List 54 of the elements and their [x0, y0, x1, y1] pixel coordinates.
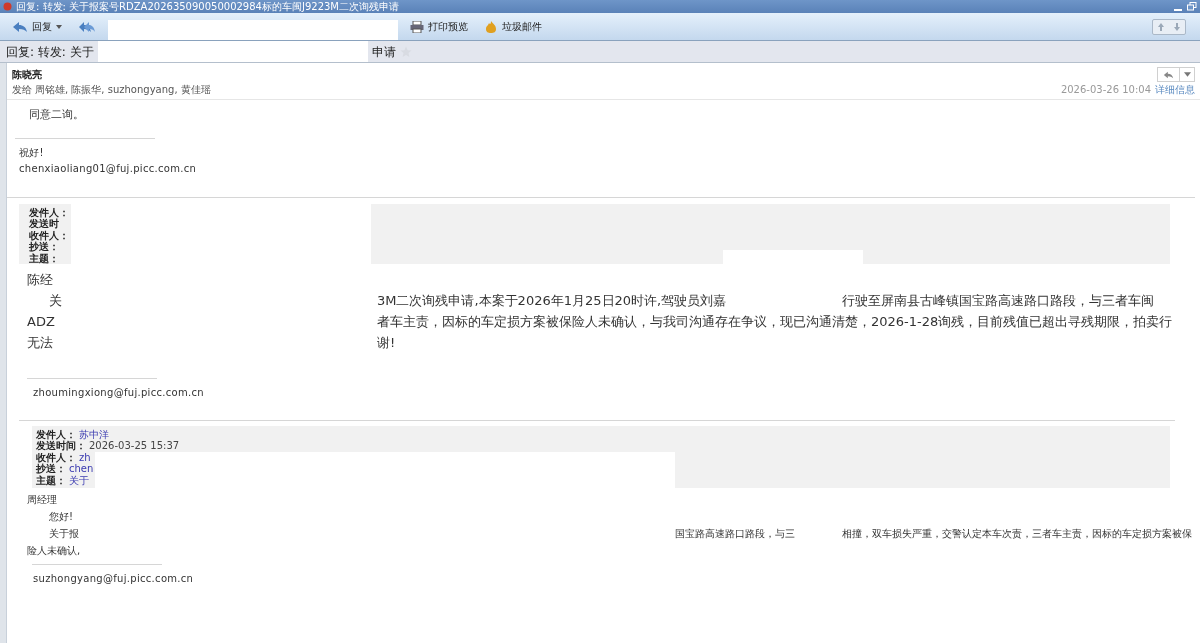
forward-arrows-icon	[78, 20, 96, 33]
header-label: 发件人：	[29, 206, 69, 218]
header-label: 抄送：	[36, 463, 66, 474]
recipients-label: 发给	[12, 83, 32, 97]
signature-email: suzhongyang@fuj.picc.com.cn	[33, 571, 195, 586]
details-link[interactable]: 详细信息	[1155, 82, 1195, 97]
app-logo-icon	[3, 2, 12, 11]
header-label: 发送时间：	[36, 440, 86, 452]
header-value[interactable]: 关于	[69, 474, 89, 486]
header-value[interactable]: chen	[69, 463, 94, 475]
email-text: 国宝路高速路口路段，与三	[675, 526, 796, 541]
email-text: 谢!	[377, 333, 397, 352]
email-text: 关	[49, 291, 63, 310]
email-text: 您好!	[49, 509, 74, 524]
header-value[interactable]: zh	[79, 451, 91, 463]
email-text: 行驶至屏南县古峰镇国宝路高速路口路段，与三者车闽	[842, 291, 1155, 310]
header-label: 收件人：	[29, 229, 69, 241]
restore-icon[interactable]	[1187, 2, 1197, 11]
header-value: 2026-03-25 15:37	[89, 440, 180, 452]
header-label: 收件人：	[36, 451, 76, 463]
email-text: 陈经	[27, 270, 54, 289]
header-label: 主题：	[36, 474, 66, 486]
email-text: 关于报	[49, 526, 80, 541]
email-text: 3M二次询残申请,本案于2026年1月25日20时许,驾驶员刘嘉	[377, 291, 728, 310]
caret-icon	[1183, 72, 1191, 77]
subject-text: 申请	[371, 43, 396, 61]
signature-email: zhoumingxiong@fuj.picc.com.cn	[33, 385, 205, 400]
reply-button[interactable]: 回复	[8, 15, 66, 38]
email-text: 者车主责，因标的车定损方案被保险人未确认，与我司沟通存在争议，现已沟通清楚，2026-1-28询残，目前残值已超出寻残期限，拍卖行	[377, 312, 1174, 331]
spam-button[interactable]: 垃圾邮件	[480, 15, 546, 38]
message-date: 2026-03-26 10:04	[1060, 83, 1151, 97]
email-text: 无法	[27, 333, 54, 352]
reply-text: 同意二询。	[29, 107, 85, 123]
header-value[interactable]: 苏中洋	[79, 428, 109, 440]
header-label: 主题：	[29, 252, 60, 264]
sender-name: 陈晓亮	[12, 68, 43, 82]
flame-icon	[484, 19, 498, 34]
email-text: 周经理	[27, 492, 58, 507]
header-label: 抄送：	[29, 241, 60, 252]
caret-icon	[56, 24, 62, 29]
header-label: 发送时	[29, 218, 60, 230]
email-text: 相撞，双车损失严重，交警认定本车次责，三者车主责，因标的车定损方案被保	[842, 526, 1193, 541]
reply-arrow-icon	[1163, 70, 1174, 79]
printer-icon	[410, 20, 424, 33]
recipients-list: 周铭雄, 陈振华, suzhongyang, 黄佳瑶	[35, 82, 211, 97]
print-preview-button[interactable]: 打印预览	[406, 15, 472, 38]
subject-text: 回复: 转发: 关于	[6, 43, 94, 61]
reply-arrow-icon	[12, 20, 28, 33]
window-title: 回复: 转发: 关于报案号RDZA202635090050002984标的车闽J9223M二次询残申请	[16, 0, 399, 13]
signature-text: chenxiaoliang01@fuj.picc.com.cn	[19, 161, 198, 176]
email-text: ADZ	[27, 312, 56, 331]
header-label: 发件人：	[36, 428, 76, 440]
email-text: 险人未确认,	[27, 543, 82, 558]
signature-text: 祝好!	[19, 145, 45, 160]
